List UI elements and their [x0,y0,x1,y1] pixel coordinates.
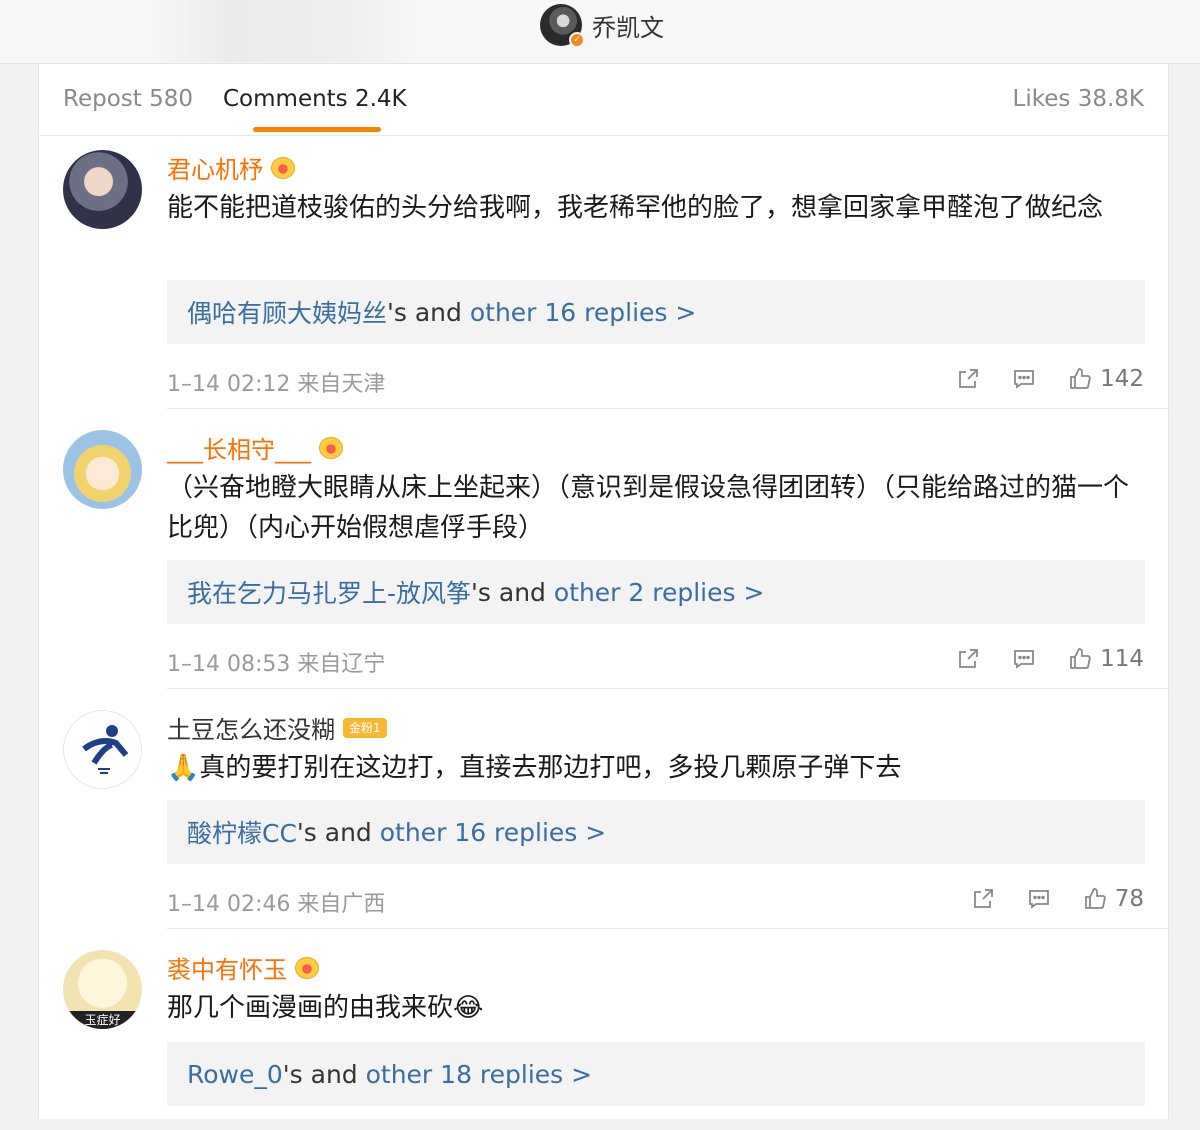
reply-user[interactable]: 偶哈有顾大姨妈丝 [187,294,387,330]
post-tabs: Repost 580 Comments 2.4K Likes 38.8K [39,64,1170,136]
comments-panel: Repost 580 Comments 2.4K Likes 38.8K 君心机… [38,64,1170,1119]
comment-text: （兴奋地瞪大眼睛从床上坐起来）（意识到是假设急得团团转）（只能给路过的猫一个比兜… [167,473,1130,543]
tab-likes[interactable]: Likes 38.8K [1013,86,1144,112]
username[interactable]: 君心机杼 [167,150,263,185]
more-replies-link[interactable]: other 16 replies > [380,818,606,847]
username[interactable]: 裘中有怀玉 [167,950,287,985]
comment-text: 能不能把道枝骏佑的头分给我啊，我老稀罕他的脸了，想拿回家拿甲醛泡了做纪念 [167,193,1104,223]
username[interactable]: 土豆怎么还没糊 [167,710,335,745]
comment-meta: 1–14 08:53 来自辽宁 [167,652,386,677]
reply-connector: 's and [282,1059,366,1089]
comment-text: 那几个画漫画的由我来砍😂 [167,993,484,1023]
share-icon[interactable] [956,647,980,671]
more-replies-link[interactable]: other 2 replies > [554,578,765,607]
like-count: 78 [1114,886,1144,912]
active-tab-indicator [253,127,381,132]
replies-preview[interactable]: 偶哈有顾大姨妈丝 's and other 16 replies > [167,280,1145,344]
like-icon[interactable] [1083,887,1107,911]
comment-meta: 1–14 02:46 来自广西 [167,892,386,917]
comment-icon[interactable] [1012,367,1036,391]
replies-preview[interactable]: Rowe_0 's and other 18 replies > [167,1042,1145,1106]
avatar[interactable] [63,150,142,229]
reply-connector: 's and [387,297,470,327]
comment-meta: 1–14 02:12 来自天津 [167,372,386,397]
top-bar: ✓ 乔凯文 [0,0,1200,64]
divider [167,688,1170,689]
like-count: 114 [1100,646,1144,672]
blurred-region [150,0,420,62]
reply-user[interactable]: Rowe_0 [187,1060,283,1089]
crown-icon [271,156,295,179]
share-icon[interactable] [971,887,995,911]
avatar-caption: 玉症好 [63,1011,142,1029]
crown-icon [295,956,319,979]
runner-logo-icon [82,725,129,774]
tab-repost[interactable]: Repost 580 [63,86,193,112]
like-icon[interactable] [1068,367,1092,391]
crown-icon [319,436,343,459]
more-replies-link[interactable]: other 18 replies > [366,1060,592,1089]
more-replies-link[interactable]: other 16 replies > [470,298,696,327]
like-count: 142 [1100,366,1144,392]
author-avatar[interactable]: ✓ [540,4,585,48]
avatar[interactable]: 玉症好 [63,950,142,1029]
comment-text: 🙏真的要打别在这边打，直接去那边打吧，多投几颗原子弹下去 [167,753,902,783]
replies-preview[interactable]: 我在乞力马扎罗上-放风筝 's and other 2 replies > [167,560,1145,624]
verified-icon: ✓ [569,32,585,48]
avatar[interactable] [63,430,142,509]
reply-user[interactable]: 我在乞力马扎罗上-放风筝 [187,574,471,610]
tab-comments[interactable]: Comments 2.4K [223,86,407,112]
replies-preview[interactable]: 酸柠檬CC 's and other 16 replies > [167,800,1145,864]
comment-icon[interactable] [1027,887,1051,911]
divider [167,928,1170,929]
fan-badge: 金粉1 [343,717,387,738]
username[interactable]: ___长相守___ [167,430,311,465]
post-author[interactable]: ✓ 乔凯文 [540,3,664,48]
share-icon[interactable] [956,367,980,391]
comment-icon[interactable] [1012,647,1036,671]
like-icon[interactable] [1068,647,1092,671]
avatar[interactable] [63,710,142,789]
reply-user[interactable]: 酸柠檬CC [187,814,297,850]
reply-connector: 's and [296,817,380,847]
reply-connector: 's and [471,577,554,607]
author-name[interactable]: 乔凯文 [592,8,664,43]
divider [167,408,1170,409]
